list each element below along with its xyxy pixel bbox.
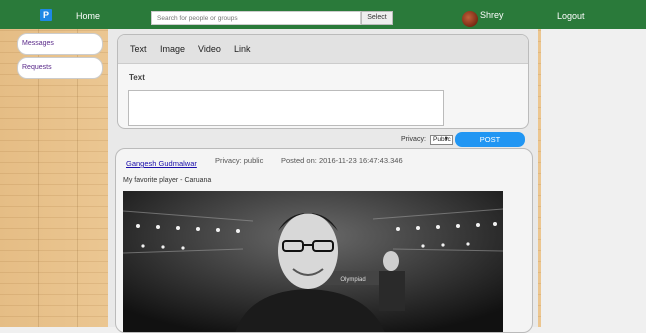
post-privacy: Privacy: public <box>215 156 264 165</box>
user-name-link[interactable]: Shrey <box>480 10 504 20</box>
privacy-label: Privacy: <box>401 136 426 143</box>
app-logo[interactable]: P <box>40 9 52 21</box>
sidebar-item-label: Requests <box>22 64 52 71</box>
feed-post: Gangesh Gudmalwar Privacy: public Posted… <box>115 148 533 333</box>
post-composer: Text Image Video Link Text <box>117 34 529 129</box>
sidebar-item-messages[interactable]: Messages <box>17 33 103 55</box>
user-avatar[interactable] <box>462 11 478 27</box>
select-button[interactable]: Select <box>361 11 393 25</box>
image-banner-text: Olympiad <box>340 277 365 283</box>
search-input[interactable] <box>151 11 361 25</box>
composer-section-label: Text <box>129 73 145 82</box>
tab-video[interactable]: Video <box>198 44 221 54</box>
post-button[interactable]: POST <box>455 132 525 147</box>
tab-link[interactable]: Link <box>234 44 251 54</box>
privacy-select[interactable]: Public <box>430 135 453 145</box>
logout-link[interactable]: Logout <box>557 11 585 21</box>
tab-text[interactable]: Text <box>130 44 147 54</box>
post-text: My favorite player - Caruana <box>123 177 212 184</box>
right-pane <box>541 29 646 327</box>
sidebar-item-label: Messages <box>22 40 54 47</box>
home-link[interactable]: Home <box>76 11 100 21</box>
post-image: Olympiad <box>122 191 504 332</box>
post-text-input[interactable] <box>128 90 444 126</box>
chevron-down-icon[interactable]: ▼ <box>444 136 449 142</box>
post-timestamp: Posted on: 2016-11-23 16:47:43.346 <box>281 156 403 165</box>
sidebar-item-requests[interactable]: Requests <box>17 57 103 79</box>
post-author-link[interactable]: Gangesh Gudmalwar <box>126 159 197 168</box>
composer-tabs: Text Image Video Link <box>118 35 528 64</box>
top-navbar: P Home Select Shrey Logout <box>0 0 646 29</box>
tab-image[interactable]: Image <box>160 44 185 54</box>
